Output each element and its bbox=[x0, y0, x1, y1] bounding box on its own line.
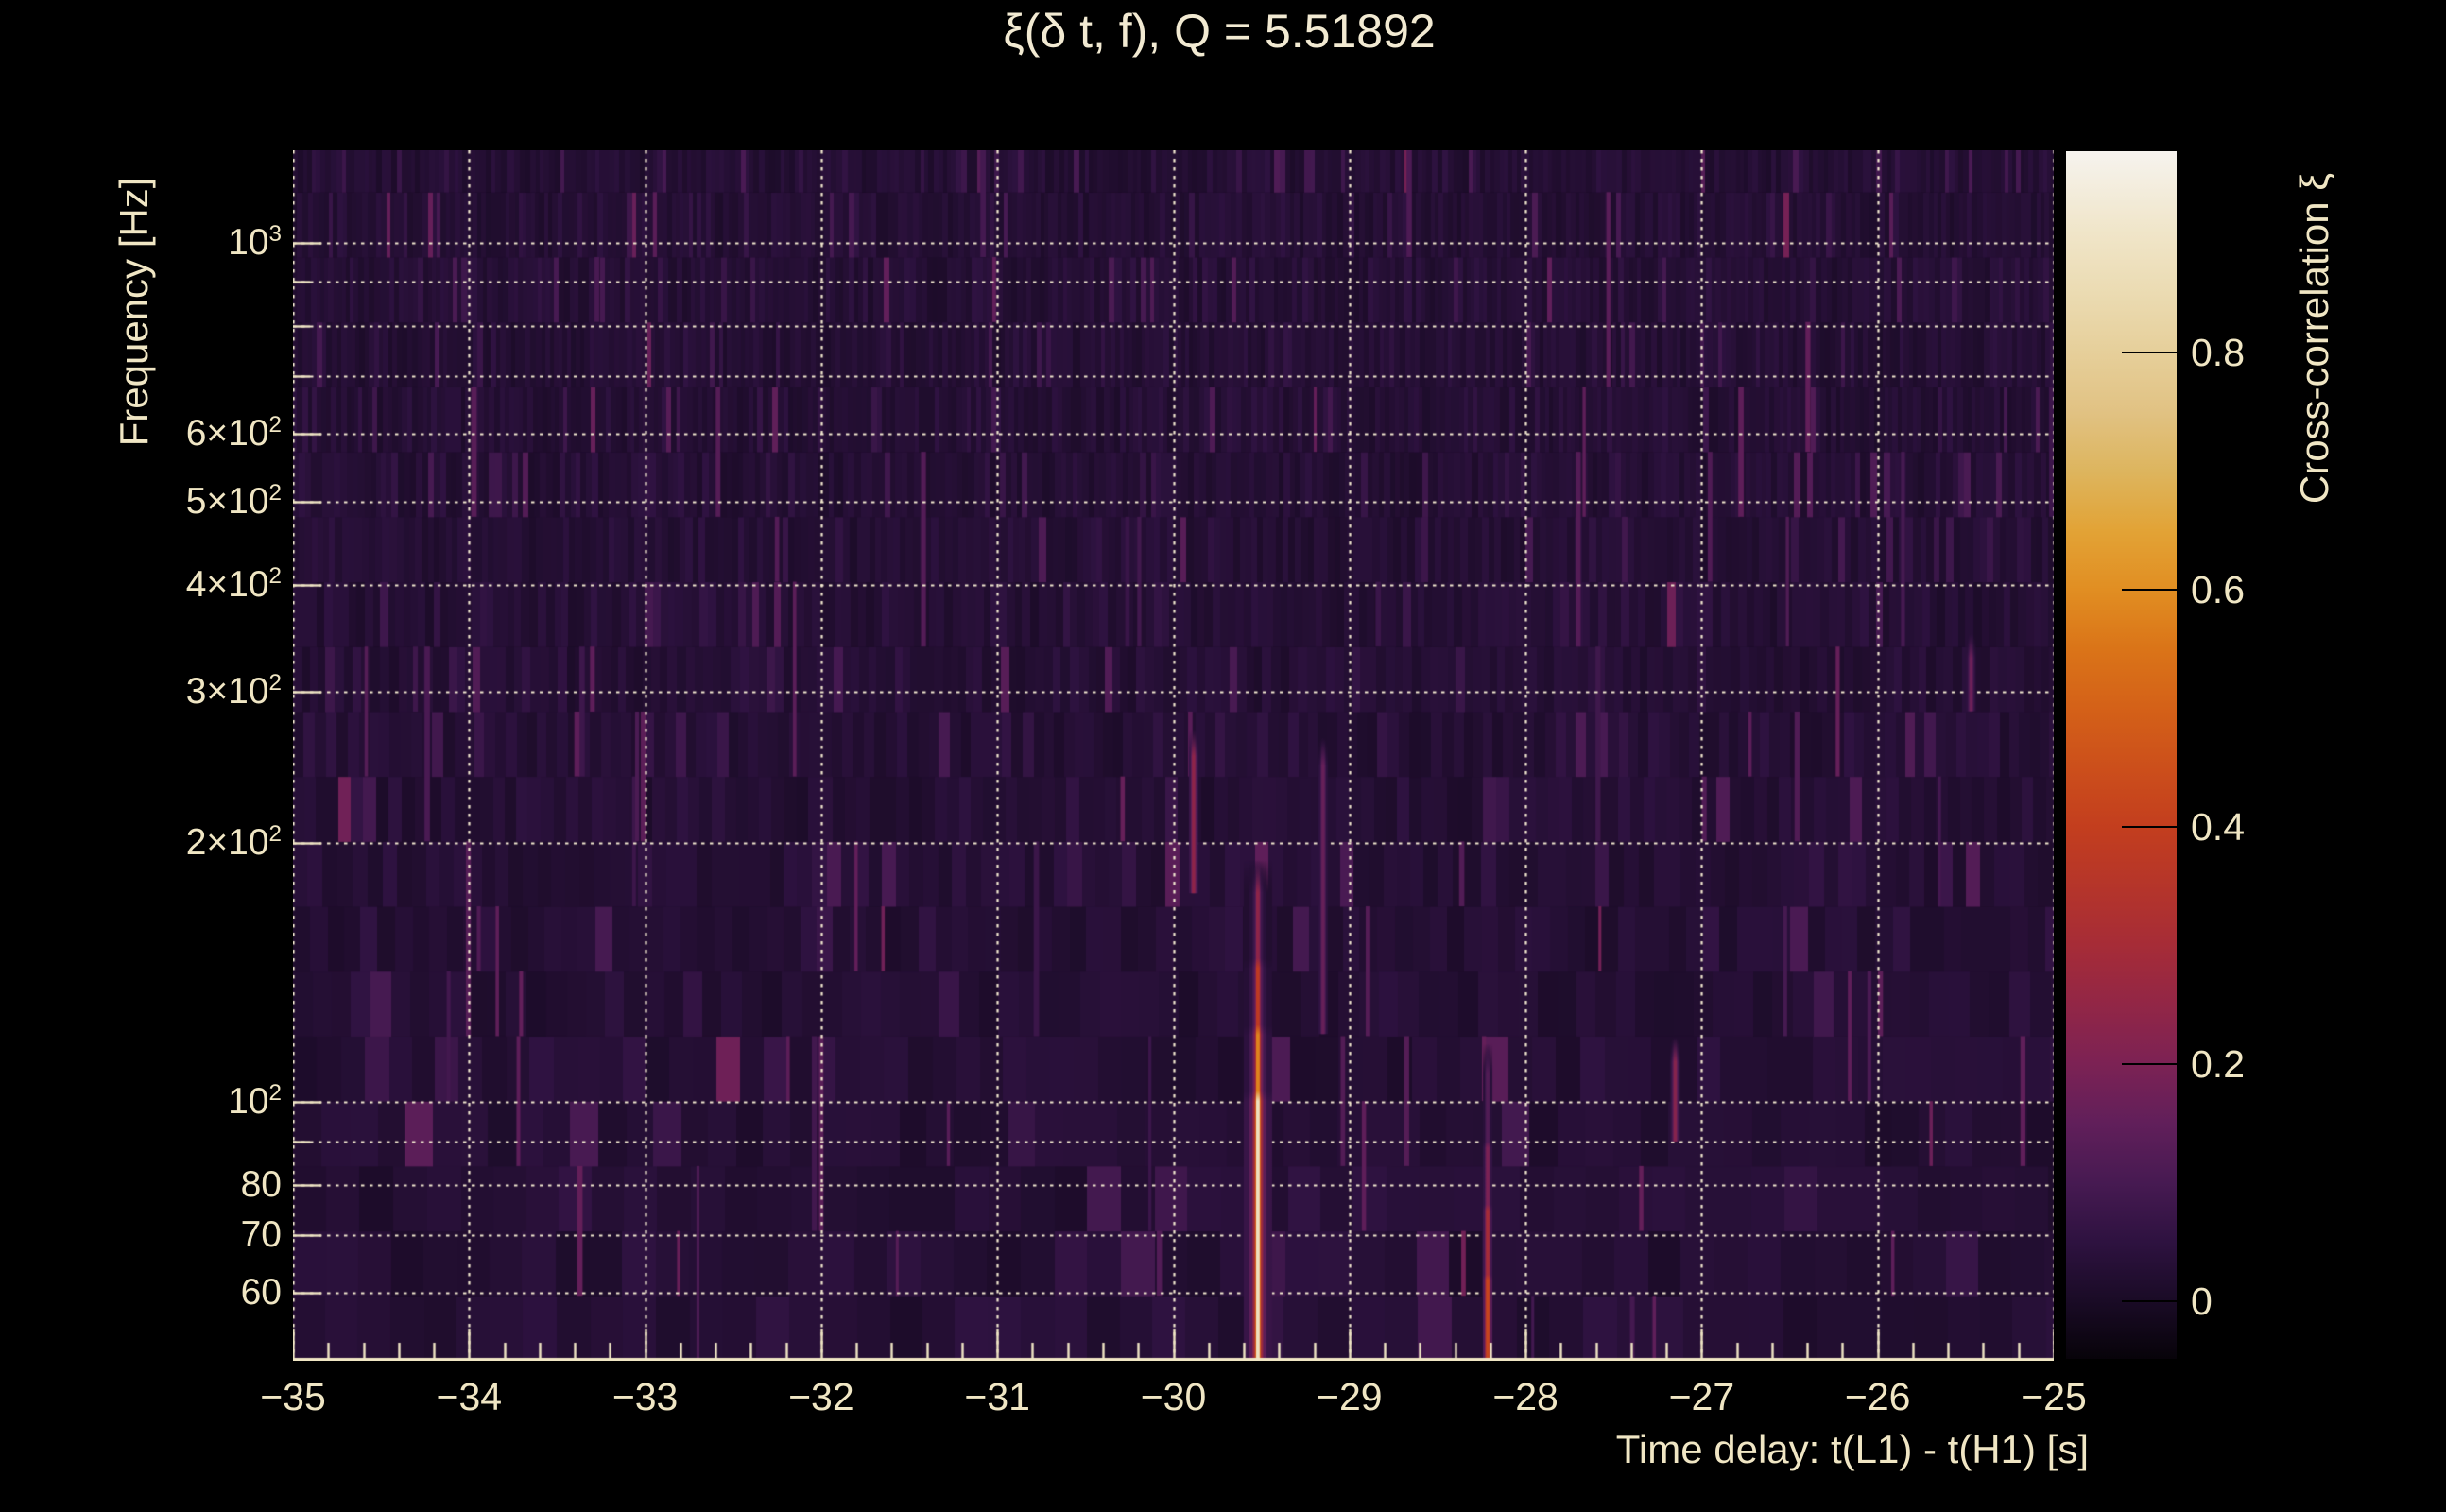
colorbar-title: Cross-correlation ξ bbox=[2292, 172, 2336, 505]
x-tick-label: −30 bbox=[1140, 1375, 1207, 1418]
y-tick-label: 80 bbox=[240, 1164, 282, 1206]
x-tick-label: −33 bbox=[612, 1375, 679, 1418]
y-tick-label: 4×102 bbox=[185, 562, 282, 605]
colorbar-tick-label: 0.2 bbox=[2191, 1042, 2245, 1086]
y-tick-label: 6×102 bbox=[185, 411, 282, 454]
colorbar-tick-label: 0.4 bbox=[2191, 805, 2245, 849]
x-axis-title: Time delay: t(L1) - t(H1) [s] bbox=[1615, 1427, 2089, 1471]
x-tick-label: −26 bbox=[1844, 1375, 1911, 1418]
colorbar-gradient bbox=[2066, 151, 2177, 1359]
x-tick-label: −32 bbox=[788, 1375, 854, 1418]
x-tick-label: −27 bbox=[1668, 1375, 1735, 1418]
heatmap-canvas bbox=[293, 150, 2054, 1361]
y-tick-label: 103 bbox=[228, 220, 282, 263]
colorbar-tick bbox=[2122, 1063, 2177, 1065]
x-tick-label: −29 bbox=[1317, 1375, 1383, 1418]
chart-title: ξ(δ t, f), Q = 5.51892 bbox=[1003, 5, 1436, 58]
y-tick-label: 3×102 bbox=[185, 670, 282, 713]
y-tick-label: 102 bbox=[228, 1080, 282, 1123]
colorbar-tick bbox=[2122, 589, 2177, 591]
colorbar-tick bbox=[2122, 352, 2177, 353]
y-tick-label: 2×102 bbox=[185, 821, 282, 864]
y-axis-title: Frequency [Hz] bbox=[112, 177, 156, 447]
y-tick-label: 60 bbox=[240, 1271, 282, 1313]
figure: ξ(δ t, f), Q = 5.51892 Frequency [Hz] Ti… bbox=[0, 0, 2446, 1512]
x-tick-label: −35 bbox=[260, 1375, 326, 1418]
y-tick-label: 70 bbox=[240, 1214, 282, 1256]
x-tick-label: −28 bbox=[1492, 1375, 1559, 1418]
x-tick-label: −31 bbox=[964, 1375, 1030, 1418]
x-tick-label: −25 bbox=[2021, 1375, 2087, 1418]
colorbar-tick-label: 0 bbox=[2191, 1280, 2213, 1323]
colorbar-tick bbox=[2122, 1300, 2177, 1302]
y-tick-label: 5×102 bbox=[185, 479, 282, 522]
x-tick-label: −34 bbox=[436, 1375, 503, 1418]
colorbar-tick bbox=[2122, 826, 2177, 828]
